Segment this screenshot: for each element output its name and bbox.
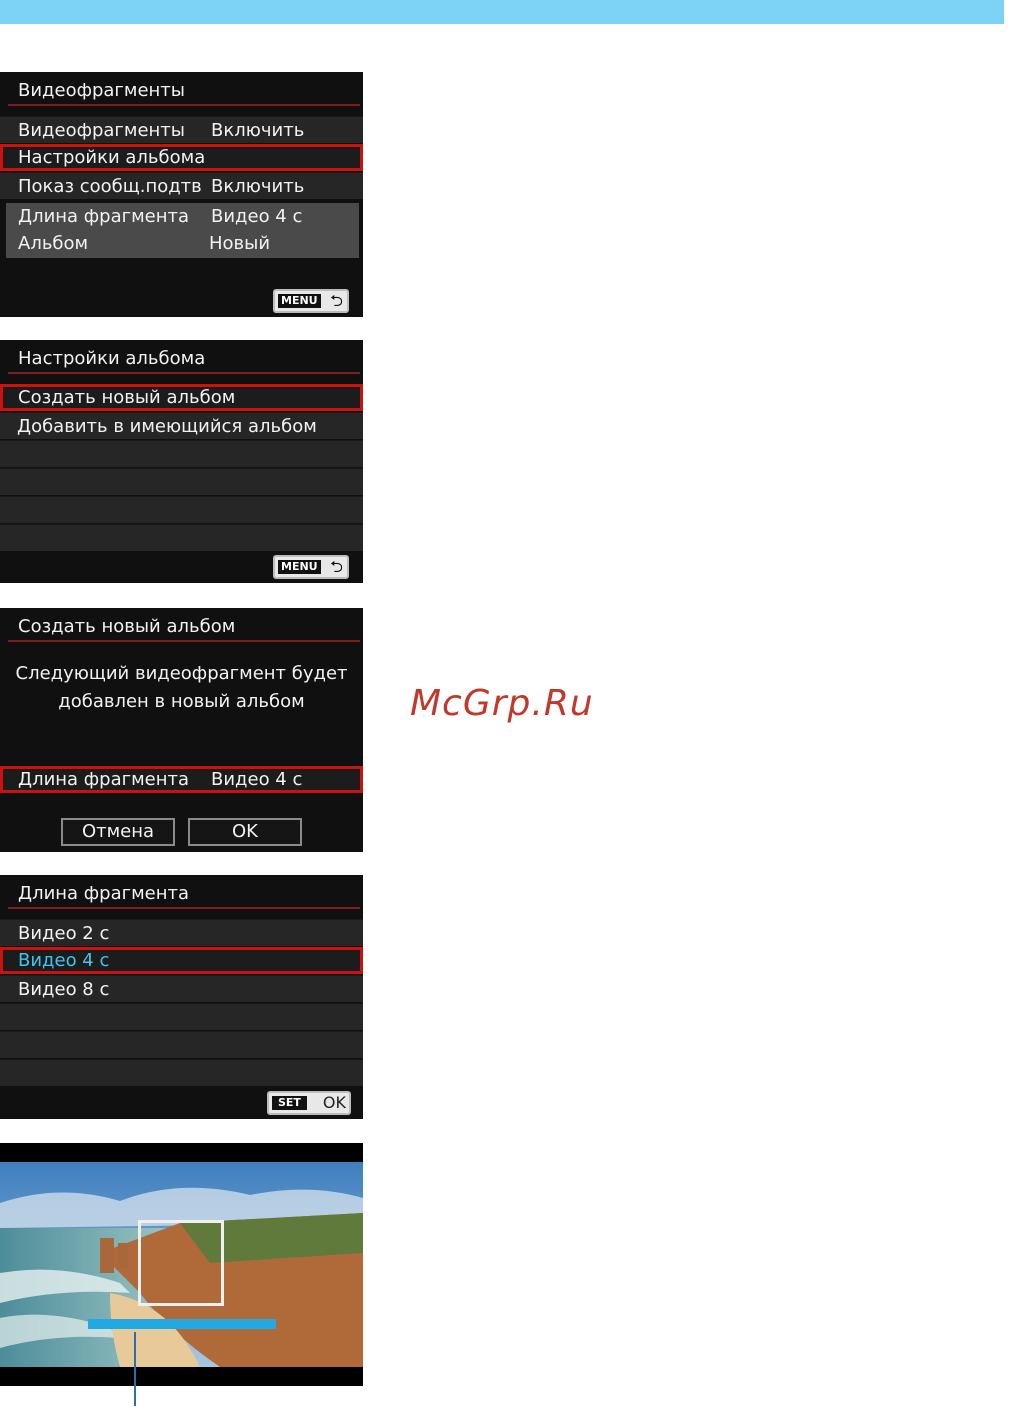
return-arrow-icon: ⮌ [330, 557, 343, 576]
dialog-message-line1: Следующий видеофрагмент будет [15, 663, 348, 684]
focus-frame[interactable] [138, 1220, 224, 1306]
screen-album-settings: Настройки альбома Создать новый альбом Д… [0, 340, 363, 583]
menu-row-empty [0, 1059, 363, 1086]
screen-title: Настройки альбома [8, 344, 360, 374]
menu-back-button[interactable]: MENU ⮌ [273, 289, 349, 313]
dialog-message-line2: добавлен в новый альбом [58, 691, 305, 712]
menu-row-empty [0, 524, 363, 551]
watermark: McGrp.Ru [410, 683, 594, 724]
option-video-2s[interactable]: Видео 2 с [0, 919, 363, 946]
callout-line [134, 1332, 136, 1406]
menu-row-video-snapshot[interactable]: Видеофрагменты Включить [0, 116, 363, 143]
menu-row-empty [0, 496, 363, 523]
dialog-row-length[interactable]: Длина фрагмента Видео 4 с [0, 766, 363, 793]
menu-back-button[interactable]: MENU ⮌ [273, 555, 349, 579]
screen-video-snapshot-menu: Видеофрагменты Видеофрагменты Включить Н… [0, 72, 363, 317]
screen-title: Видеофрагменты [8, 76, 360, 106]
screen-recording-view [0, 1143, 363, 1386]
ok-button[interactable]: OK [188, 818, 302, 846]
screen-title: Создать новый альбом [8, 612, 360, 642]
screen-create-album-dialog: Создать новый альбом Следующий видеофраг… [0, 608, 363, 852]
menu-row-create-album[interactable]: Создать новый альбом [0, 384, 363, 411]
menu-row-empty [0, 440, 363, 467]
menu-row-show-confirm[interactable]: Показ сообщ.подтв Включить [0, 172, 363, 199]
option-video-8s[interactable]: Видео 8 с [0, 975, 363, 1002]
screen-title: Длина фрагмента [8, 879, 360, 909]
menu-row-album-settings[interactable]: Настройки альбома [0, 144, 363, 171]
menu-row-add-to-album[interactable]: Добавить в имеющийся альбом [0, 412, 363, 439]
option-video-4s[interactable]: Видео 4 с [0, 947, 363, 974]
recording-progress-bar [88, 1319, 276, 1329]
recording-progress-track [88, 1319, 276, 1329]
menu-row-empty [0, 1031, 363, 1058]
return-arrow-icon: ⮌ [330, 291, 343, 310]
screen-clip-length: Длина фрагмента Видео 2 с Видео 4 с Виде… [0, 875, 363, 1119]
menu-row-empty [0, 1003, 363, 1030]
info-row-album: Альбом Новый [18, 233, 271, 254]
cancel-button[interactable]: Отмена [61, 818, 175, 846]
top-bar [0, 0, 1010, 24]
menu-row-empty [0, 468, 363, 495]
set-ok-button[interactable]: SET OK [267, 1091, 351, 1115]
info-row-length: Длина фрагмента Видео 4 с [18, 206, 303, 227]
